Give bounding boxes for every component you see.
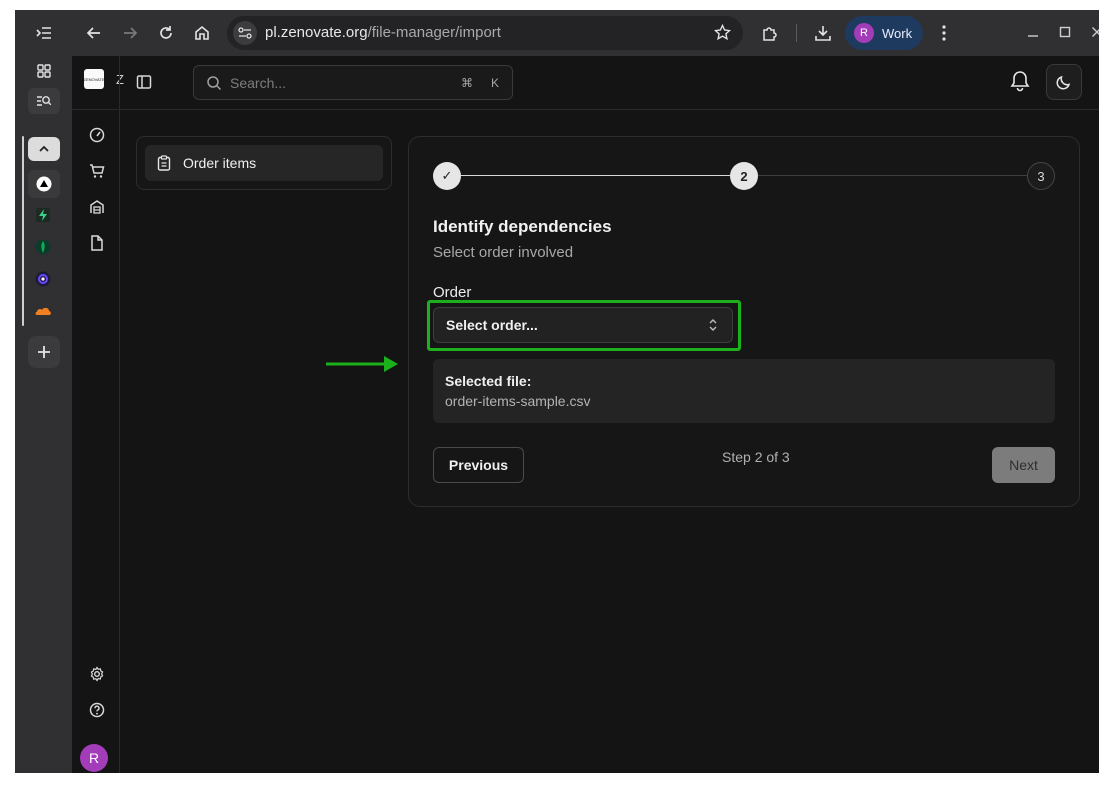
tab-favicon-cloudflare-icon[interactable] (31, 299, 55, 323)
order-field-label: Order (433, 284, 472, 301)
nav-cart-icon[interactable] (88, 162, 106, 180)
search-placeholder: Search... (230, 75, 287, 91)
search-icon (206, 75, 222, 96)
extensions-puzzle-icon[interactable] (758, 21, 782, 45)
theme-toggle-moon-icon[interactable] (1046, 64, 1082, 100)
step-subtitle: Select order involved (433, 244, 574, 261)
profile-name: Work (882, 25, 913, 41)
maximize-icon[interactable] (1056, 23, 1074, 41)
previous-button[interactable]: Previous (433, 447, 524, 483)
reload-icon[interactable] (154, 21, 178, 45)
clipboard-list-icon (157, 155, 171, 171)
import-wizard-card: ✓ 2 3 Identify dependencies Select order… (408, 136, 1080, 507)
nav-warehouse-icon[interactable] (88, 198, 106, 216)
selected-file-box: Selected file: order-items-sample.csv (433, 359, 1055, 423)
toolbar-separator (796, 24, 797, 42)
tab-favicon-vercel-icon[interactable] (28, 170, 60, 198)
browser-toolbar: pl.zenovate.org/file-manager/import R Wo… (72, 10, 1099, 56)
nav-dashboard-gauge-icon[interactable] (88, 126, 106, 144)
close-window-icon[interactable] (1088, 23, 1099, 41)
vertical-tab-strip (15, 10, 72, 773)
subnav-item-order-items[interactable]: Order items (145, 145, 383, 181)
tab-favicon-clerk-icon[interactable] (31, 267, 55, 291)
notifications-bell-icon[interactable] (1010, 70, 1030, 97)
tab-favicon-mongodb-icon[interactable] (31, 235, 55, 259)
back-arrow-icon[interactable] (82, 21, 106, 45)
url-text: pl.zenovate.org/file-manager/import (265, 24, 501, 41)
selected-file-label: Selected file: (445, 373, 532, 389)
sidebar-divider (119, 56, 120, 773)
import-type-list: Order items (136, 136, 392, 190)
app-root: ZENOVATE Z Search... ⌘ K (72, 56, 1099, 773)
forward-arrow-icon[interactable] (118, 21, 142, 45)
home-icon[interactable] (190, 21, 214, 45)
step-1-complete: ✓ (433, 162, 461, 190)
selected-file-name: order-items-sample.csv (445, 393, 591, 409)
pointer-arrow (326, 356, 398, 372)
tab-group-line (22, 136, 24, 326)
stepper-connector-1 (461, 175, 730, 176)
stepper-connector-2 (758, 175, 1027, 176)
shortcut-k-key: K (490, 76, 499, 90)
tab-group-collapse-icon[interactable] (28, 137, 60, 161)
downloads-icon[interactable] (811, 21, 835, 45)
subnav-item-label: Order items (183, 155, 257, 171)
site-settings-icon[interactable] (233, 21, 257, 45)
profile-button[interactable]: R Work (845, 16, 923, 50)
nav-settings-gear-icon[interactable] (88, 665, 106, 683)
browser-window: pl.zenovate.org/file-manager/import R Wo… (15, 10, 1099, 773)
tab-search-icon[interactable] (28, 88, 60, 114)
tab-grid-icon[interactable] (28, 58, 60, 84)
user-avatar[interactable]: R (80, 744, 108, 772)
profile-avatar: R (854, 23, 874, 43)
step-3-pending: 3 (1027, 162, 1055, 190)
search-box[interactable]: Search... ⌘ K (193, 65, 513, 100)
bookmark-star-icon[interactable] (713, 23, 732, 46)
step-counter: Step 2 of 3 (722, 449, 790, 465)
sidebar-toggle-icon[interactable] (136, 74, 152, 95)
step-2-current: 2 (730, 162, 758, 190)
nav-file-icon[interactable] (88, 234, 106, 252)
nav-help-icon[interactable] (88, 701, 106, 719)
highlight-box (427, 300, 741, 351)
tab-favicon-supabase-icon[interactable] (31, 203, 55, 227)
minimize-icon[interactable] (1024, 23, 1042, 41)
next-button[interactable]: Next (992, 447, 1055, 483)
app-logo[interactable]: ZENOVATE (84, 69, 104, 89)
shortcut-command-key: ⌘ (461, 76, 473, 90)
collapse-tabs-icon[interactable] (28, 20, 60, 46)
new-tab-icon[interactable] (28, 336, 60, 368)
menu-kebab-icon[interactable] (932, 21, 956, 45)
address-bar[interactable]: pl.zenovate.org/file-manager/import (227, 16, 743, 50)
step-title: Identify dependencies (433, 217, 612, 236)
app-header: ZENOVATE Z Search... ⌘ K (72, 56, 1099, 110)
